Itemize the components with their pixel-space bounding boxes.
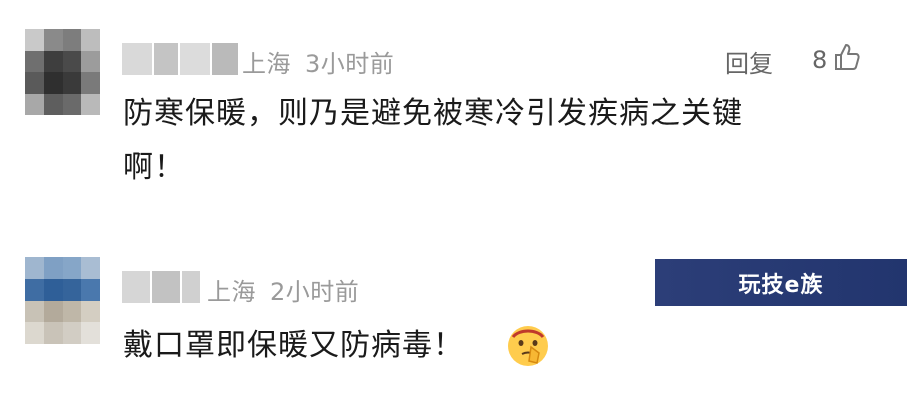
like-button[interactable]: 8 (812, 42, 861, 78)
timestamp: 2小时前 (270, 278, 360, 306)
comment-meta: 上海 3小时前 (242, 44, 394, 79)
timestamp: 3小时前 (305, 50, 395, 78)
location: 上海 (242, 50, 291, 78)
comment-text-line: 防寒保暖，则乃是避免被寒冷引发疾病之关键 (123, 96, 743, 131)
thumbs-up-icon (833, 42, 861, 78)
avatar[interactable] (25, 257, 100, 344)
comment-text: 防寒保暖，则乃是避免被寒冷引发疾病之关键 啊！ (123, 87, 743, 195)
watermark-text: 玩技e族 (738, 272, 824, 298)
location: 上海 (207, 278, 256, 306)
comment-text: 戴口罩即保暖又防病毒！ (123, 319, 464, 373)
username-blurred[interactable] (122, 271, 200, 303)
shushing-face-emoji (505, 323, 551, 373)
comment-2: 上海 2小时前 戴口罩即保暖又防病毒！ (0, 220, 910, 413)
comment-text-line: 啊！ (123, 150, 185, 185)
avatar[interactable] (25, 29, 100, 115)
comment-text-line: 戴口罩即保暖又防病毒！ (123, 328, 464, 363)
reply-button[interactable]: 回复 (725, 44, 773, 79)
username-blurred[interactable] (122, 43, 238, 75)
comment-meta: 上海 2小时前 (207, 272, 359, 307)
watermark-badge: 玩技e族 (655, 259, 907, 306)
like-count: 8 (812, 46, 828, 74)
comment-1: 上海 3小时前 回复 8 防寒保暖，则乃是避免被寒冷引发疾病之关键 啊！ (0, 0, 910, 220)
